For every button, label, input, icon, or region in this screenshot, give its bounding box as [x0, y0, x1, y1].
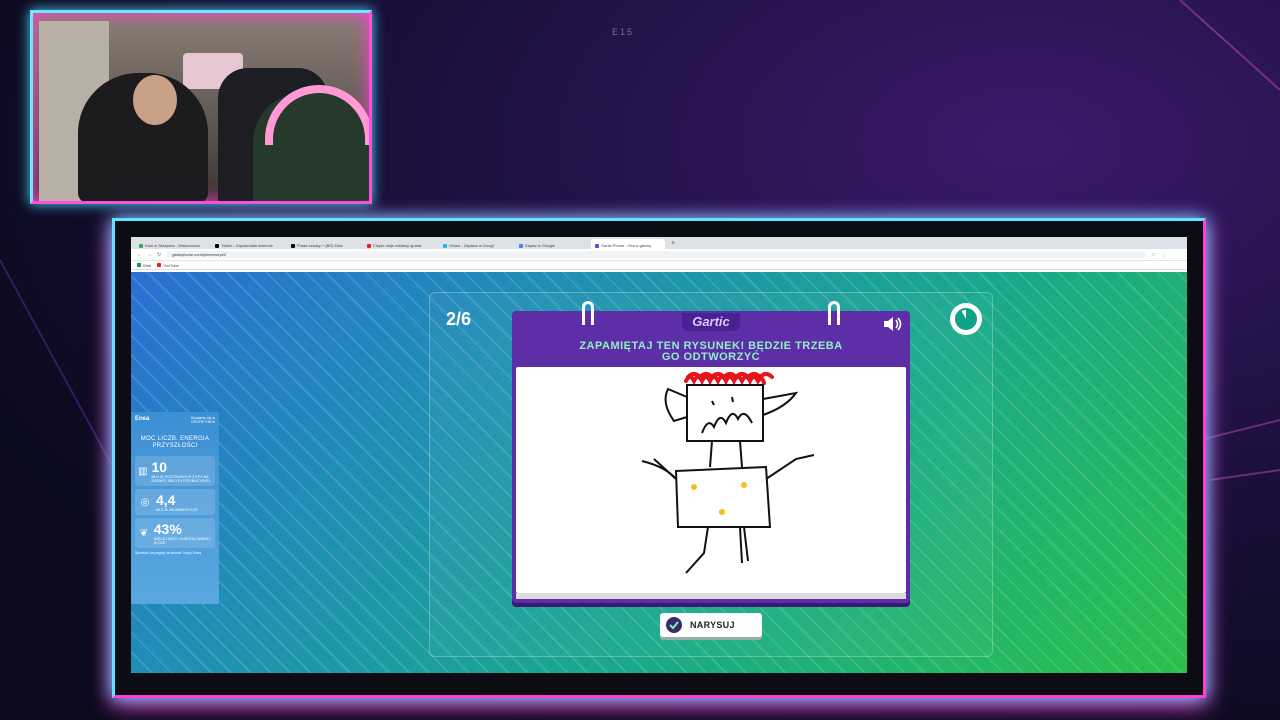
instruction-line: GO ODTWORZYĆ	[661, 351, 761, 363]
bookmarks-bar: Web YouTube	[131, 261, 1187, 270]
ad-stat-value: 10	[151, 459, 168, 475]
browser-tab[interactable]: Zapisz w Google	[515, 239, 589, 249]
draw-button[interactable]: NARYSUJ	[660, 613, 762, 637]
episode-label: E15	[612, 27, 635, 37]
ad-stat-desc: MLD ZŁ NA INWESTYCJE	[156, 508, 198, 512]
ad-stat: ▥ 10 MLD ZŁ POZYSKANYCH Z KPO NA ROZWÓJ S…	[135, 456, 215, 486]
ad-stat-body: 43% WIĘCEJ MOCY ZAINSTALOWANEJ W OZE	[154, 521, 212, 545]
menu-icon[interactable]: ⋮	[1161, 252, 1166, 258]
browser-window: Ktoś w Skrzynka - Wiadomości Twitch - Za…	[131, 237, 1187, 673]
bookmark-web[interactable]: Web	[137, 262, 152, 268]
streamer-1-head	[133, 75, 177, 125]
ad-footer: Sprawdź szczegóły na stronie Grupy Enea	[135, 551, 201, 555]
url-field[interactable]: garticphone.com/pl/memory#2	[166, 251, 1147, 258]
browser-tab[interactable]: Ktoś w Skrzynka - Wiadomości	[135, 239, 209, 249]
tab-label: Ciepło oleje reklamy aparat	[373, 243, 422, 248]
tab-favicon-icon	[139, 243, 143, 248]
ad-stat: ◎ 4,4 MLD ZŁ NA INWESTYCJE	[135, 489, 215, 515]
draw-button-label: NARYSUJ	[690, 620, 735, 630]
new-tab-button[interactable]: +	[667, 239, 679, 249]
tab-label: Ktoś w Skrzynka - Wiadomości	[145, 243, 200, 248]
game-panel: 2/6 Gartic ZAPAMIĘTAJ TEN RYSUNEK! BĘDZI…	[429, 292, 993, 657]
tab-favicon-icon	[215, 243, 219, 248]
tab-label: Zapisz w Google	[525, 243, 555, 248]
ad-logo: Enea	[135, 416, 150, 422]
speaker-icon[interactable]	[882, 315, 904, 333]
checkmark-icon	[666, 617, 682, 633]
tab-favicon-icon	[443, 243, 447, 248]
tab-label: Vimeo - Zapłacz w Googl	[449, 243, 494, 248]
browser-tab[interactable]: Vimeo - Zapłacz w Googl	[439, 239, 513, 249]
ad-tagline: Skupiamy się w GRUPIE ENEA	[190, 416, 215, 424]
tab-favicon-icon	[519, 243, 523, 248]
webcam-feed	[30, 10, 372, 204]
star-icon[interactable]: ☆	[1151, 252, 1155, 258]
ad-stat-body: 4,4 MLD ZŁ NA INWESTYCJE	[156, 492, 198, 512]
tab-label: Pusta czadzy + (BD) Dice	[297, 243, 343, 248]
back-icon[interactable]: ←	[137, 252, 142, 258]
gartic-logo: Gartic	[682, 313, 740, 331]
timer-icon	[950, 303, 982, 335]
forward-icon[interactable]: →	[147, 252, 152, 258]
round-counter: 2/6	[446, 309, 472, 329]
instruction-text: ZAPAMIĘTAJ TEN RYSUNEK! BĘDZIE TRZEBA GO…	[512, 341, 910, 363]
tab-label: Twitch - Zapomniała dziennie	[221, 243, 273, 248]
bookmark-label: Web	[143, 262, 152, 268]
address-bar: ← → ↻ garticphone.com/pl/memory#2 ☆ ⋮	[131, 249, 1187, 261]
youtube-icon	[157, 262, 162, 267]
timer-dial	[955, 308, 977, 330]
tab-favicon-icon	[291, 243, 295, 248]
browser-tab[interactable]: Twitch - Zapomniała dziennie	[211, 239, 285, 249]
enea-ad-banner[interactable]: Enea Skupiamy się w GRUPIE ENEA MOC LICZ…	[131, 412, 219, 604]
binder-ring-icon	[828, 301, 840, 325]
tab-strip: Ktoś w Skrzynka - Wiadomości Twitch - Za…	[131, 237, 1187, 249]
bookmark-youtube[interactable]: YouTube	[157, 262, 179, 268]
tab-label: Gartic Phone - Gra w głuchy	[601, 243, 652, 248]
binder-ring-icon	[582, 301, 594, 325]
ad-header: Enea Skupiamy się w GRUPIE ENEA	[135, 416, 215, 424]
tab-favicon-icon	[367, 243, 371, 248]
drawing-canvas	[516, 367, 906, 593]
page-viewport: Enea Skupiamy się w GRUPIE ENEA MOC LICZ…	[131, 272, 1187, 673]
coins-icon: ◎	[140, 496, 150, 508]
drawing-card: Gartic ZAPAMIĘTAJ TEN RYSUNEK! BĘDZIE TR…	[512, 301, 910, 603]
plant-icon: ❦	[139, 527, 149, 539]
reload-icon[interactable]: ↻	[157, 252, 161, 258]
chart-icon: ▥	[138, 465, 148, 477]
ad-stat-body: 10 MLD ZŁ POZYSKANYCH Z KPO NA ROZWÓJ SIE…	[151, 459, 212, 483]
browser-tab[interactable]: Ciepło oleje reklamy aparat	[363, 239, 437, 249]
canvas-footer	[516, 593, 906, 599]
green-square-icon	[137, 262, 141, 267]
ad-stat: ❦ 43% WIĘCEJ MOCY ZAINSTALOWANEJ W OZE	[135, 518, 215, 548]
browser-tab-active[interactable]: Gartic Phone - Gra w głuchy	[591, 239, 665, 249]
ad-stat-desc: MLD ZŁ POZYSKANYCH Z KPO NA ROZWÓJ SIECI…	[151, 475, 210, 483]
ad-title: MOC LICZB. ENERGIA PRZYSZŁOŚCI	[140, 436, 210, 449]
ad-stat-value: 43%	[153, 521, 182, 537]
bookmark-label: YouTube	[163, 262, 179, 268]
ad-stat-value: 4,4	[156, 492, 176, 508]
browser-tab[interactable]: Pusta czadzy + (BD) Dice	[287, 239, 361, 249]
tab-favicon-icon	[595, 243, 599, 248]
ad-stat-desc: WIĘCEJ MOCY ZAINSTALOWANEJ W OZE	[153, 537, 211, 545]
check-glyph	[669, 621, 679, 630]
